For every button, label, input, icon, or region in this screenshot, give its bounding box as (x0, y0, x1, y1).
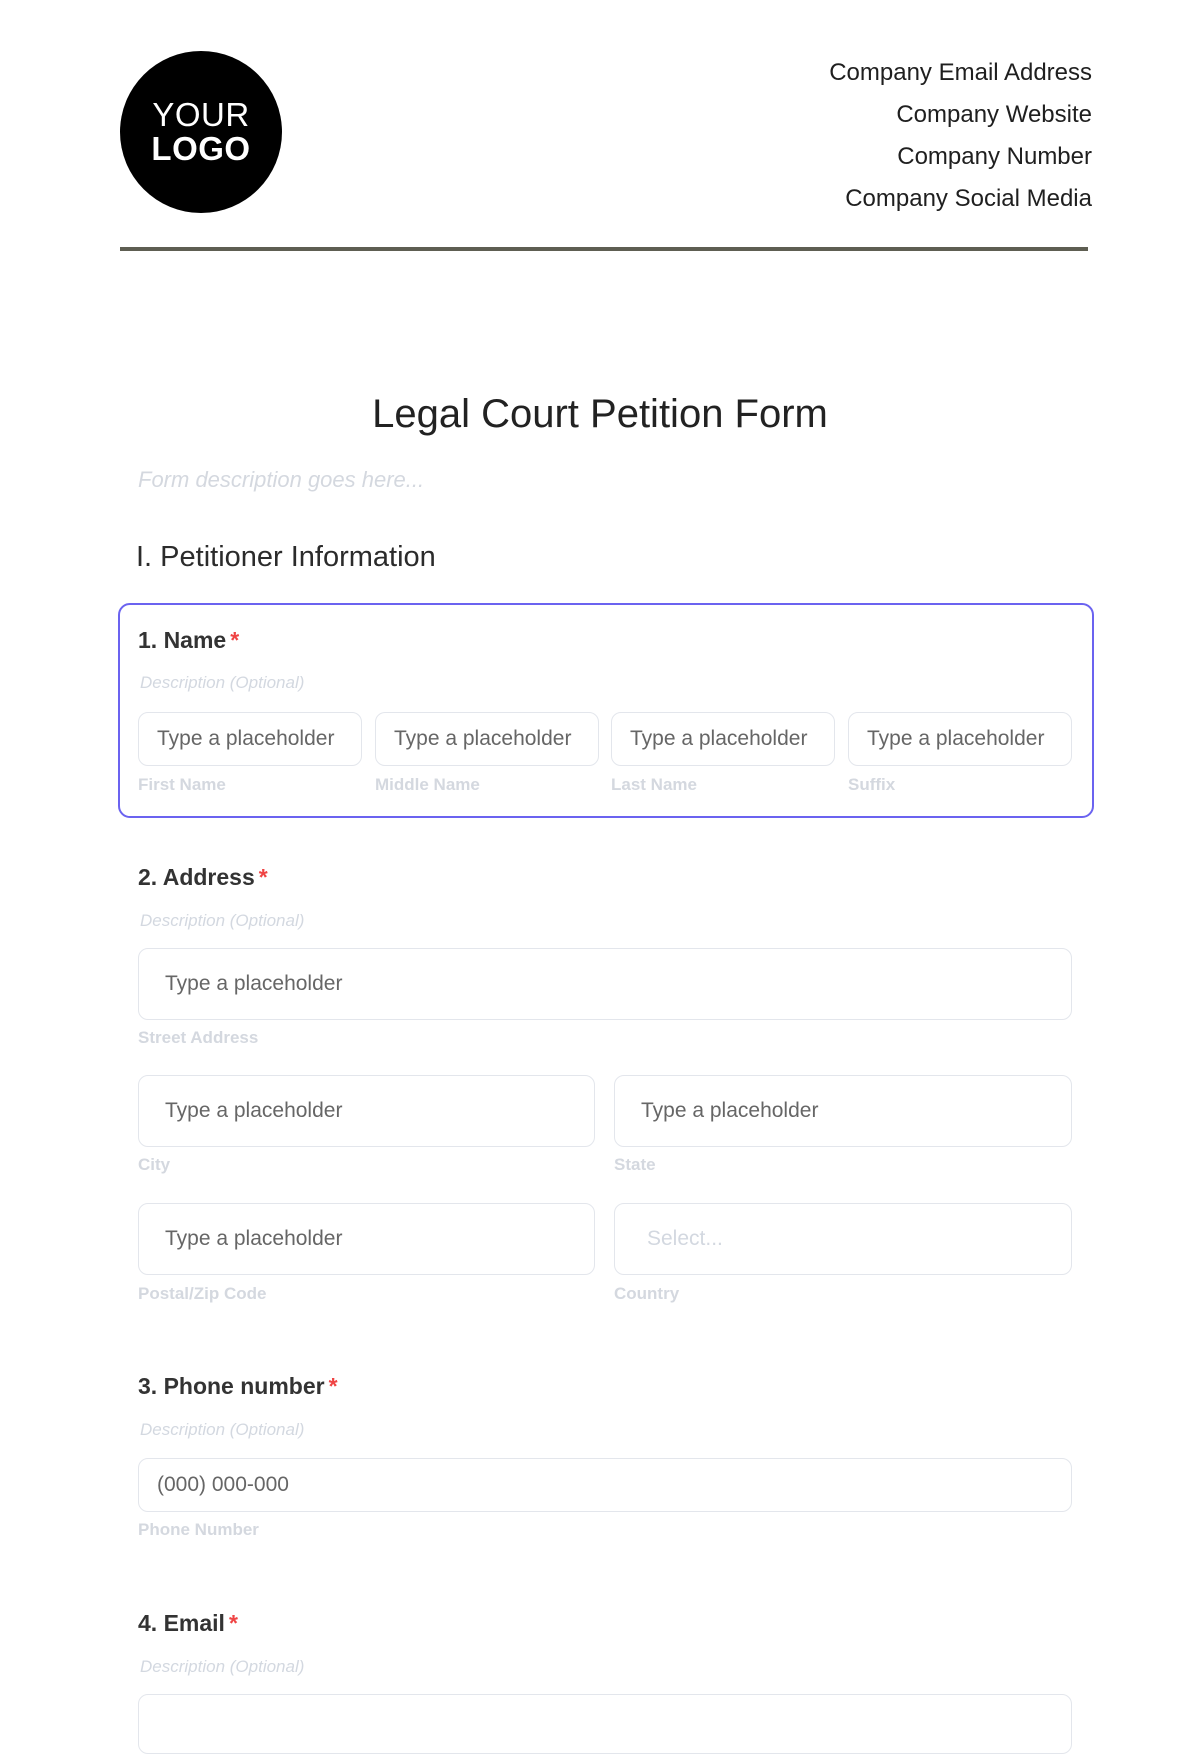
required-marker: * (258, 864, 268, 890)
company-email: Company Email Address (829, 59, 1092, 86)
question-email-label: 4. Email * (138, 1610, 238, 1637)
question-address-label: 2. Address * (138, 864, 268, 891)
middle-name-input[interactable]: Type a placeholder (375, 712, 599, 766)
company-logo: YOUR LOGO (120, 51, 282, 213)
question-phone-description[interactable]: Description (Optional) (140, 1420, 304, 1440)
middle-name-sublabel: Middle Name (375, 775, 480, 794)
email-input[interactable] (138, 1694, 1072, 1754)
phone-number-input[interactable]: (000) 000-000 (138, 1458, 1072, 1512)
question-name-label: 1. Name * (138, 627, 239, 654)
company-number: Company Number (897, 143, 1092, 170)
required-marker: * (228, 1610, 238, 1636)
country-select[interactable]: Select... (614, 1203, 1072, 1275)
state-input[interactable]: Type a placeholder (614, 1075, 1072, 1147)
city-input[interactable]: Type a placeholder (138, 1075, 595, 1147)
phone-number-sublabel: Phone Number (138, 1520, 259, 1539)
required-marker: * (230, 627, 240, 653)
street-address-sublabel: Street Address (138, 1028, 259, 1047)
suffix-input[interactable]: Type a placeholder (848, 712, 1072, 766)
section-title: I. Petitioner Information (136, 541, 436, 573)
street-address-input[interactable]: Type a placeholder (138, 948, 1072, 1020)
first-name-sublabel: First Name (138, 775, 226, 794)
required-marker: * (328, 1373, 338, 1399)
logo-line-1: YOUR (152, 96, 250, 133)
company-website: Company Website (896, 101, 1092, 128)
last-name-input[interactable]: Type a placeholder (611, 712, 835, 766)
question-label-text: 2. Address (138, 864, 255, 890)
company-social-media: Company Social Media (845, 185, 1092, 212)
question-label-text: 3. Phone number (138, 1373, 325, 1399)
logo-line-2: LOGO (151, 130, 251, 167)
question-address-description[interactable]: Description (Optional) (140, 911, 304, 931)
question-label-text: 1. Name (138, 627, 227, 653)
first-name-input[interactable]: Type a placeholder (138, 712, 362, 766)
form-title: Legal Court Petition Form (372, 392, 828, 436)
company-info: Company Email Address Company Website Co… (829, 52, 1092, 220)
zip-code-sublabel: Postal/Zip Code (138, 1284, 267, 1303)
city-sublabel: City (138, 1155, 171, 1174)
question-label-text: 4. Email (138, 1610, 225, 1636)
last-name-sublabel: Last Name (611, 775, 697, 794)
header-divider (120, 247, 1088, 251)
form-description[interactable]: Form description goes here... (138, 467, 424, 493)
country-sublabel: Country (614, 1284, 680, 1303)
question-phone-label: 3. Phone number * (138, 1373, 338, 1400)
question-name-description[interactable]: Description (Optional) (140, 673, 304, 693)
zip-code-input[interactable]: Type a placeholder (138, 1203, 595, 1275)
state-sublabel: State (614, 1155, 656, 1174)
question-name-card[interactable] (118, 603, 1094, 818)
question-email-description[interactable]: Description (Optional) (140, 1657, 304, 1677)
suffix-sublabel: Suffix (848, 775, 896, 794)
